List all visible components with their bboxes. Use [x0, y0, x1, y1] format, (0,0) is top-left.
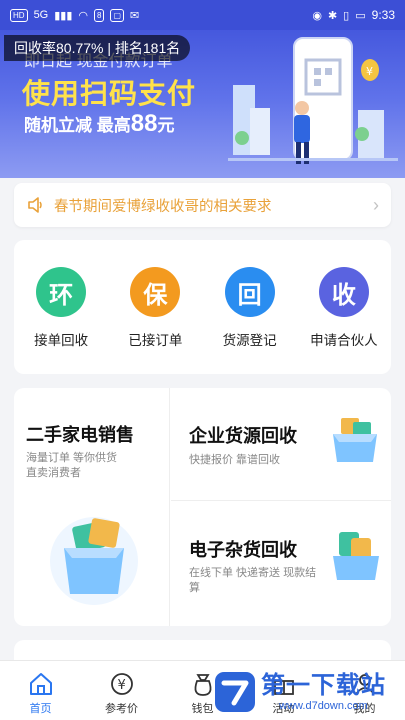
banner-discount-amount: 88: [130, 110, 158, 137]
battery-icon: ▭: [355, 9, 366, 22]
notification-icon: ▢: [110, 8, 125, 22]
action-label: 申请合伙人: [310, 333, 378, 348]
gift-box-icon: [50, 517, 138, 605]
service-appliance-sales[interactable]: 二手家电销售 海量订单 等你供货 直卖消费者: [14, 388, 170, 626]
bluetooth-icon: ✱: [327, 9, 338, 22]
nav-label: 首页: [29, 703, 52, 715]
status-bar: HD 5G ▮▮▮ ◠ 8 ▢ ✉ ◉ ✱ ▯ ▭ 9:33: [0, 0, 405, 30]
notice-text: 春节期间爱博绿收收哥的相关要求: [54, 198, 272, 215]
service-title: 二手家电销售: [26, 425, 134, 445]
register-icon: 回: [224, 267, 275, 317]
service-desc: 海量订单 等你供货: [26, 452, 118, 464]
service-desc: 算: [189, 582, 200, 594]
watermark-url: www.d7down.com: [279, 700, 368, 712]
svg-text:¥: ¥: [366, 65, 373, 78]
eye-icon: ◉: [312, 9, 322, 22]
network-indicator: 5G: [33, 9, 49, 21]
chevron-right-icon: ›: [373, 194, 379, 215]
nav-price[interactable]: ¥ 参考价: [81, 661, 162, 720]
wallet-icon: [194, 674, 211, 696]
service-electronics-recycle[interactable]: 电子杂货回收 在线下单 快递寄送 现款结 算: [171, 502, 391, 626]
quick-actions-card: 环 接单回收 保 已接订单 回 货源登记 收 申请合伙人: [14, 240, 391, 374]
wallet-box-icon: [333, 532, 379, 580]
service-desc: 直卖消费者: [26, 467, 81, 479]
speaker-icon: [28, 197, 42, 213]
notice-bar[interactable]: 春节期间爱博绿收收哥的相关要求 ›: [14, 183, 391, 227]
signal-icon: ▮▮▮: [54, 9, 73, 22]
action-accepted-orders[interactable]: 保 已接订单: [110, 267, 200, 349]
banner-discount-prefix: 随机立减 最高: [24, 116, 131, 135]
box-icon: [333, 418, 377, 462]
yen-icon: ¥: [110, 673, 133, 695]
orders-icon: 保: [130, 267, 181, 317]
service-title: 电子杂货回收: [189, 540, 297, 560]
svg-text:¥: ¥: [117, 678, 125, 693]
site-watermark: 第一下载站 www.d7down.com: [213, 664, 405, 720]
service-title: 企业货源回收: [189, 426, 297, 446]
service-desc: 快捷报价 靠谱回收: [189, 454, 281, 466]
recovery-rate-overlay: 回收率80.77% | 排名181名: [4, 35, 191, 61]
app-notification-icon: 8: [94, 8, 105, 22]
watermark-text: 第一下载站: [261, 672, 386, 699]
clock: 9:33: [371, 8, 395, 22]
nav-label: 参考价: [105, 703, 138, 715]
wifi-icon: ◠: [78, 9, 89, 22]
services-card: 二手家电销售 海量订单 等你供货 直卖消费者 企业货源回收 快捷报价 靠谱回收 …: [14, 388, 391, 626]
home-icon: [29, 673, 52, 695]
watermark-logo: [215, 672, 255, 712]
banner-discount-unit: 元: [157, 116, 175, 135]
partner-icon: 收: [318, 267, 369, 317]
message-icon: ✉: [130, 9, 140, 22]
hd-indicator: HD: [10, 8, 28, 22]
service-desc: 在线下单 快递寄送 现款结: [189, 567, 317, 579]
banner-illustration: ¥: [228, 37, 398, 164]
action-apply-partner[interactable]: 收 申请合伙人: [299, 267, 389, 349]
banner-discount: 随机立减 最高88元: [24, 110, 174, 138]
action-accept-recycle[interactable]: 环 接单回收: [16, 267, 106, 349]
action-label: 接单回收: [34, 333, 89, 348]
action-label: 已接订单: [128, 333, 183, 348]
nav-home[interactable]: 首页: [0, 661, 81, 720]
action-source-register[interactable]: 回 货源登记: [205, 267, 295, 349]
service-enterprise-recycle[interactable]: 企业货源回收 快捷报价 靠谱回收: [171, 388, 391, 501]
nav-label: 钱包: [191, 703, 214, 715]
vibrate-icon: ▯: [343, 9, 350, 22]
recycle-icon: 环: [36, 267, 87, 317]
banner-title: 使用扫码支付: [22, 78, 197, 109]
action-label: 货源登记: [222, 333, 277, 348]
